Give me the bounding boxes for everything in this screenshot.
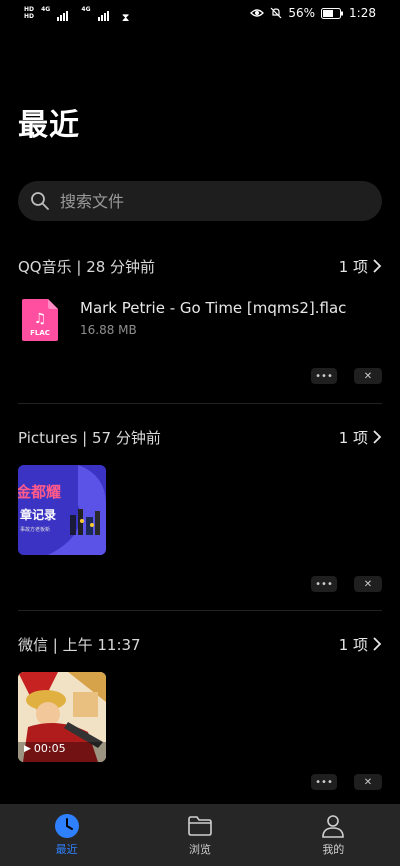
search-input[interactable] xyxy=(58,190,362,212)
section-header[interactable]: Pictures | 57 分钟前 1 项 xyxy=(18,425,382,449)
mute-bell-icon xyxy=(270,7,282,19)
chevron-right-icon xyxy=(373,637,382,651)
thumb-text-2: 章记录 xyxy=(20,507,56,522)
file-size: 16.88 MB xyxy=(80,323,137,337)
close-button[interactable]: ✕ xyxy=(354,774,382,790)
signal-icon xyxy=(57,11,69,21)
file-name: Mark Petrie - Go Time [mqms2].flac xyxy=(80,299,347,317)
network-type-1: 4G xyxy=(41,6,51,13)
image-thumbnail[interactable]: 金都耀 章记录 事故方老板新 xyxy=(18,465,106,555)
more-icon: ••• xyxy=(315,776,333,788)
page-title: 最近 xyxy=(18,108,80,143)
search-bar[interactable] xyxy=(18,181,382,221)
section-actions: ••• ✕ xyxy=(311,576,382,592)
section-count[interactable]: 1 项 xyxy=(339,427,382,448)
svg-text:♫: ♫ xyxy=(34,311,47,327)
section-actions: ••• ✕ xyxy=(311,774,382,790)
close-button[interactable]: ✕ xyxy=(354,576,382,592)
nav-profile[interactable]: 我的 xyxy=(273,813,393,857)
eye-icon xyxy=(250,9,265,17)
more-button[interactable]: ••• xyxy=(311,774,337,790)
chevron-right-icon xyxy=(373,430,382,444)
svg-text:FLAC: FLAC xyxy=(30,329,50,337)
nav-browse[interactable]: 浏览 xyxy=(140,813,260,857)
file-item[interactable]: ♫ FLAC Mark Petrie - Go Time [mqms2].fla… xyxy=(18,299,382,349)
section-actions: ••• ✕ xyxy=(311,368,382,384)
section-title: 微信 | 上午 11:37 xyxy=(18,635,141,654)
play-icon: ▶ xyxy=(24,743,31,754)
network-type-2: 4G xyxy=(81,6,91,13)
close-icon: ✕ xyxy=(363,776,373,788)
more-icon: ••• xyxy=(315,578,333,590)
section-title: Pictures | 57 分钟前 xyxy=(18,428,161,447)
image-thumbnail-art: 金都耀 章记录 事故方老板新 xyxy=(18,465,106,555)
video-duration: ▶ 00:05 xyxy=(24,742,66,755)
clock-time: 1:28 xyxy=(349,6,376,20)
section-header[interactable]: 微信 | 上午 11:37 1 项 xyxy=(18,632,382,656)
divider xyxy=(18,610,382,611)
thumb-text-3: 事故方老板新 xyxy=(20,526,50,533)
thumb-text-1: 金都耀 xyxy=(18,483,61,501)
nav-recent[interactable]: 最近 xyxy=(7,813,127,857)
folder-icon xyxy=(188,816,212,836)
status-left: HD HD 4G 4G ⧗ xyxy=(24,6,130,24)
section-count[interactable]: 1 项 xyxy=(339,256,382,277)
clock-icon xyxy=(54,814,79,838)
hourglass-icon: ⧗ xyxy=(121,11,130,24)
bottom-nav: 最近 浏览 我的 xyxy=(0,804,400,866)
section-title: QQ音乐 | 28 分钟前 xyxy=(18,257,156,276)
battery-percent: 56% xyxy=(288,6,316,20)
status-bar: HD HD 4G 4G ⧗ 56% 1:28 xyxy=(0,0,400,28)
close-icon: ✕ xyxy=(363,578,373,590)
chevron-right-icon xyxy=(373,259,382,273)
close-button[interactable]: ✕ xyxy=(354,368,382,384)
divider xyxy=(18,403,382,404)
more-button[interactable]: ••• xyxy=(311,368,337,384)
more-icon: ••• xyxy=(315,370,333,382)
close-icon: ✕ xyxy=(363,370,373,382)
status-right: 56% 1:28 xyxy=(250,6,376,20)
person-icon xyxy=(322,815,345,838)
search-icon xyxy=(31,192,49,210)
section-header[interactable]: QQ音乐 | 28 分钟前 1 项 xyxy=(18,254,382,278)
flac-file-icon: ♫ FLAC xyxy=(22,299,58,341)
video-thumbnail[interactable]: ▶ 00:05 xyxy=(18,672,106,762)
section-count[interactable]: 1 项 xyxy=(339,634,382,655)
more-button[interactable]: ••• xyxy=(311,576,337,592)
battery-icon xyxy=(321,7,344,19)
signal-icon-2 xyxy=(97,11,109,21)
